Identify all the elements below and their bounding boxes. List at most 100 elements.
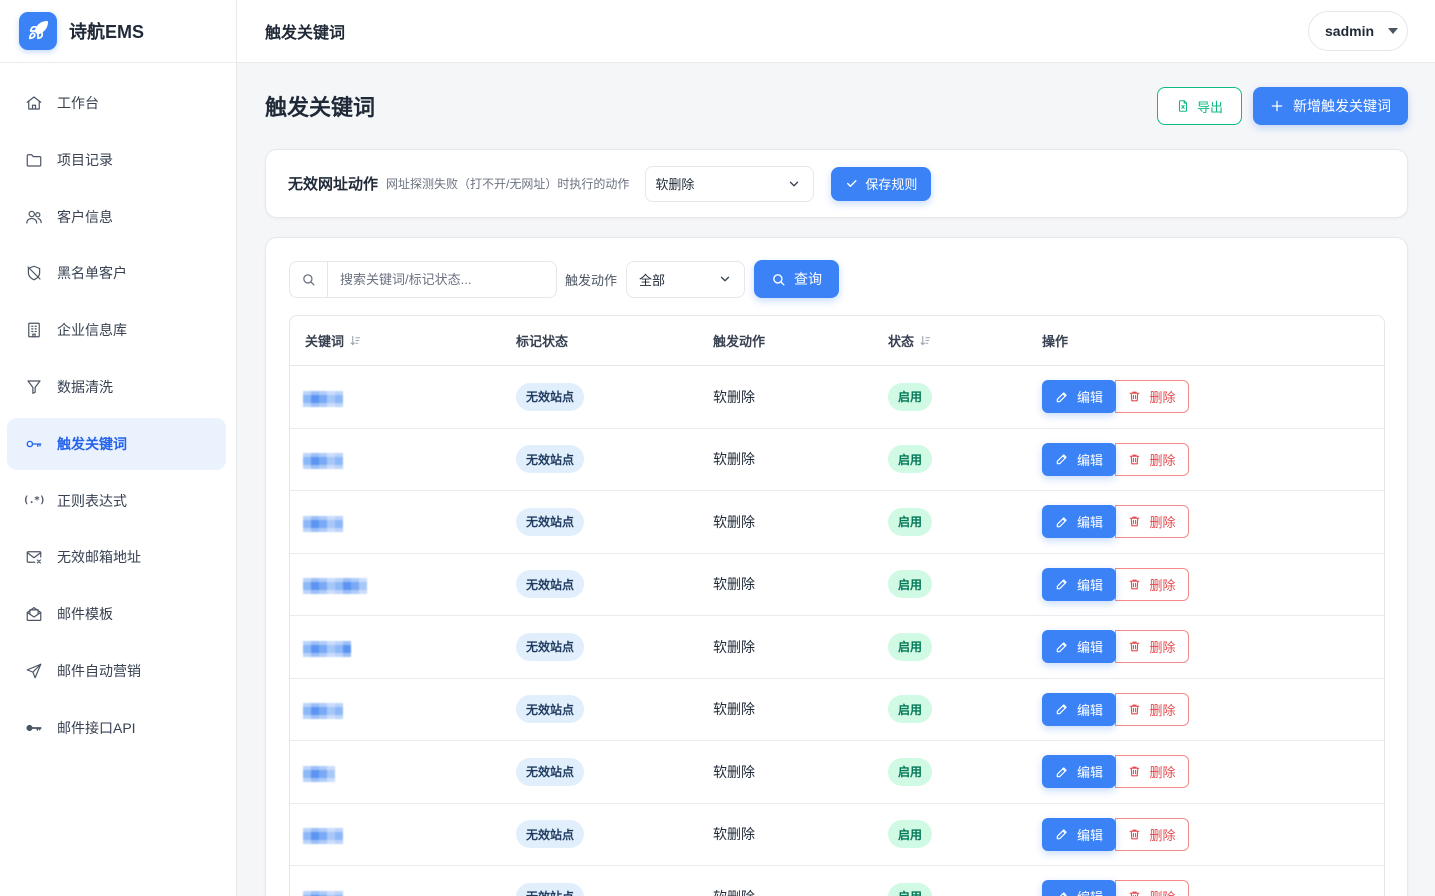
table-row: 无效站点 软删除 启用 编辑 删除 [290,866,1384,896]
delete-label: 删除 [1149,765,1176,781]
search-group [289,260,557,298]
page-actions: 导出 新增触发关键词 [1157,87,1408,125]
sidebar-item-auto-marketing[interactable]: 邮件自动营销 [7,645,226,697]
delete-button[interactable]: 删除 [1115,380,1189,414]
invalid-url-rule-card: 无效网址动作 网址探测失败（打不开/无网址）时执行的动作 软删除 保存规则 [265,149,1408,218]
status-badge: 启用 [888,757,933,786]
brand[interactable]: 诗航EMS [0,0,236,63]
sort-icon[interactable] [920,335,931,346]
status-cell: 启用 [873,554,1027,616]
sort-icon[interactable] [350,335,361,346]
delete-label: 删除 [1149,640,1176,656]
sidebar-item-companies[interactable]: 企业信息库 [7,304,226,356]
mark-status-badge: 无效站点 [516,445,585,474]
trash-icon [1128,390,1141,403]
column-label: 关键词 [305,334,345,349]
sidebar-item-data-cleaning[interactable]: 数据清洗 [7,361,226,413]
status-cell: 启用 [873,679,1027,741]
add-keyword-button[interactable]: 新增触发关键词 [1253,87,1408,125]
edit-button[interactable]: 编辑 [1042,380,1116,414]
user-menu[interactable]: sadmin [1308,11,1408,51]
mark-status-cell: 无效站点 [501,366,698,428]
keyword-table: 关键词 标记状态 触发动作 状态 操作 无效站点 软删除 启用 编辑 删除 无效… [289,315,1385,896]
topbar: 触发关键词 sadmin [237,0,1435,63]
delete-button[interactable]: 删除 [1115,880,1189,896]
filter-icon [25,378,43,396]
sidebar-item-blacklist[interactable]: 黑名单客户 [7,247,226,299]
delete-button[interactable]: 删除 [1115,817,1189,851]
keyword-cell [290,616,501,678]
edit-button[interactable]: 编辑 [1042,755,1116,789]
delete-button[interactable]: 删除 [1115,755,1189,789]
status-cell: 启用 [873,804,1027,866]
sidebar-item-label: 无效邮箱地址 [57,549,141,566]
edit-button[interactable]: 编辑 [1042,692,1116,726]
sidebar-item-email-api[interactable]: 邮件接口API [7,702,226,754]
search-input[interactable] [328,261,556,297]
edit-label: 编辑 [1076,577,1103,593]
mark-status-cell: 无效站点 [501,866,698,896]
column-label: 标记状态 [516,334,569,349]
edit-button[interactable]: 编辑 [1042,630,1116,664]
edit-label: 编辑 [1076,515,1103,531]
folder-icon [25,151,43,169]
export-button[interactable]: 导出 [1157,87,1242,125]
delete-label: 删除 [1149,702,1176,718]
sidebar-item-label: 企业信息库 [57,322,127,339]
mark-status-badge: 无效站点 [516,695,585,724]
actions-cell: 编辑 删除 [1027,679,1384,741]
column-label: 状态 [888,334,915,349]
row-actions: 编辑 删除 [1042,755,1189,789]
table-row: 无效站点 软删除 启用 编辑 删除 [290,366,1384,429]
sidebar-item-workbench[interactable]: 工作台 [7,77,226,129]
status-cell: 启用 [873,429,1027,491]
delete-button[interactable]: 删除 [1115,442,1189,476]
trigger-action-filter-select[interactable]: 全部 [626,260,746,298]
sidebar-item-label: 正则表达式 [57,492,127,509]
edit-label: 编辑 [1076,702,1103,718]
app-shell: 诗航EMS 工作台 项目记录 客户信息 黑名单客户 企业信息库 数据清洗 触发关… [0,0,1435,896]
check-icon [845,177,858,190]
rule-action-select[interactable]: 软删除 [645,165,815,202]
edit-button[interactable]: 编辑 [1042,817,1116,851]
page-header: 触发关键词 导出 新增触发关键词 [265,87,1408,125]
mark-status-cell: 无效站点 [501,616,698,678]
table-header: 关键词 标记状态 触发动作 状态 操作 [290,316,1384,366]
table-row: 无效站点 软删除 启用 编辑 删除 [290,554,1384,616]
column-header-status[interactable]: 状态 [873,331,1027,350]
mark-status-badge: 无效站点 [516,757,585,786]
keyword-cell [290,429,501,491]
trigger-action-cell: 软删除 [698,366,873,428]
edit-button[interactable]: 编辑 [1042,880,1116,896]
trigger-action-cell: 软删除 [698,429,873,491]
trigger-action-filter-value: 全部 [639,272,666,288]
keyword-cell [290,554,501,616]
sidebar-item-invalid-emails[interactable]: 无效邮箱地址 [7,531,226,583]
edit-button[interactable]: 编辑 [1042,505,1116,539]
sidebar-item-regex[interactable]: (.*) 正则表达式 [7,475,226,527]
delete-button[interactable]: 删除 [1115,692,1189,726]
sidebar-item-projects[interactable]: 项目记录 [7,134,226,186]
keyword-redacted [303,515,343,532]
column-header-keyword[interactable]: 关键词 [290,331,501,350]
edit-button[interactable]: 编辑 [1042,442,1116,476]
trash-icon [1128,703,1141,716]
sidebar-item-email-templates[interactable]: 邮件模板 [7,588,226,640]
edit-button[interactable]: 编辑 [1042,567,1116,601]
delete-button[interactable]: 删除 [1115,630,1189,664]
pencil-icon [1055,640,1069,654]
save-rule-button[interactable]: 保存规则 [831,166,932,201]
row-actions: 编辑 删除 [1042,567,1189,601]
sidebar-item-label: 项目记录 [57,151,113,168]
keyword-cell [290,804,501,866]
table-row: 无效站点 软删除 启用 编辑 删除 [290,741,1384,804]
sidebar-item-trigger-keywords[interactable]: 触发关键词 [7,417,226,470]
status-cell: 启用 [873,866,1027,896]
delete-button[interactable]: 删除 [1115,567,1189,601]
search-icon [771,272,786,287]
plus-icon [1270,99,1284,113]
delete-label: 删除 [1149,887,1175,896]
sidebar-item-customers[interactable]: 客户信息 [7,191,226,243]
query-button[interactable]: 查询 [754,260,840,298]
delete-button[interactable]: 删除 [1115,505,1189,539]
